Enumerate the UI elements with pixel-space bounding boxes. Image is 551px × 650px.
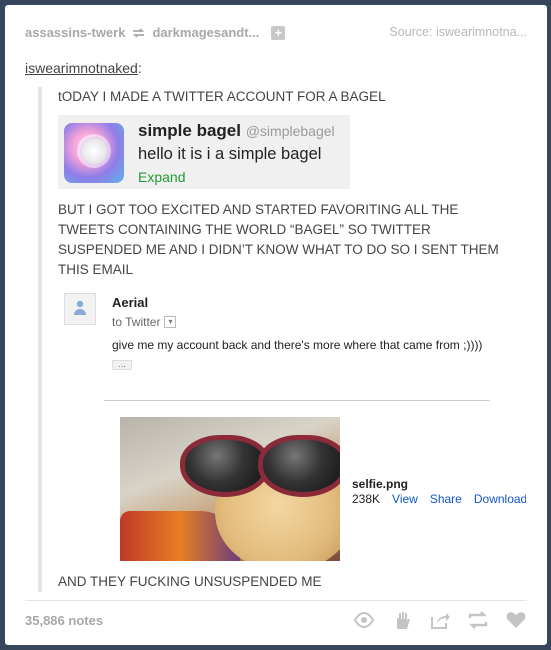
blog-link[interactable]: darkmagesandt... [152, 25, 259, 40]
reblogger: iswearimnotnaked: [25, 60, 142, 76]
source-label: Source: [389, 25, 433, 39]
hand-icon[interactable] [391, 609, 413, 631]
email-recipient: to Twitter ▾ [112, 315, 177, 329]
reblog-trail: assassins-twerk darkmagesandt... + [25, 25, 286, 40]
post-actions [353, 609, 527, 631]
post-card: assassins-twerk darkmagesandt... + Sourc… [5, 5, 547, 645]
email-divider [104, 400, 490, 401]
attachment-download-link[interactable]: Download [474, 492, 526, 506]
embedded-tweet[interactable]: simple bagel @simplebagel hello it is i … [58, 115, 350, 189]
post-text-line: BUT I GOT TOO EXCITED AND STARTED FAVORI… [58, 202, 459, 217]
eye-icon[interactable] [353, 609, 375, 631]
share-icon[interactable] [429, 609, 451, 631]
footer-divider [25, 600, 527, 601]
attachment-meta: 238K View Share Download [352, 492, 526, 506]
chevron-down-icon[interactable]: ▾ [164, 316, 177, 328]
post-text-line: SUSPENDED ME AND I DIDN’T KNOW WHAT TO D… [58, 242, 499, 257]
email-body: give me my account back and there's more… [112, 338, 483, 352]
tweet-avatar [64, 123, 124, 183]
post-text-line: TWEETS CONTAINING THE WORLD “BAGEL” SO T… [58, 222, 431, 237]
reblogger-colon: : [137, 60, 142, 76]
tweet-text: hello it is i a simple bagel [138, 145, 322, 163]
post-text-final: AND THEY FUCKING UNSUSPENDED ME [58, 574, 322, 589]
person-icon [74, 300, 86, 315]
reblogger-link[interactable]: iswearimnotnaked [25, 60, 138, 76]
email-screenshot: Aerial to Twitter ▾ give me my account b… [58, 287, 498, 377]
post-text-line: THIS EMAIL [58, 262, 134, 277]
heart-icon[interactable] [505, 609, 527, 631]
source-attribution: Source: iswearimnotna... [389, 25, 527, 39]
attachment-share-link[interactable]: Share [430, 492, 462, 506]
post-text-intro: tODAY I MADE A TWITTER ACCOUNT FOR A BAG… [58, 89, 386, 104]
follow-plus-icon[interactable]: + [271, 25, 286, 40]
source-link[interactable]: iswearimnotna... [436, 25, 527, 39]
reblog-icon [131, 27, 146, 39]
reblog-icon[interactable] [467, 609, 489, 631]
post-header: assassins-twerk darkmagesandt... + Sourc… [25, 25, 527, 47]
tweet-expand-link[interactable]: Expand [138, 169, 185, 185]
email-more-button[interactable]: ... [112, 360, 132, 370]
email-to-label: to Twitter [112, 315, 161, 329]
tweet-handle: @simplebagel [245, 123, 335, 139]
email-avatar [64, 293, 96, 325]
notes-count[interactable]: 35,886 notes [25, 613, 103, 628]
tweet-display-name: simple bagel [138, 121, 241, 140]
attachment-image[interactable] [120, 417, 340, 561]
attachment-view-link[interactable]: View [392, 492, 418, 506]
attachment-size: 238K [352, 492, 381, 506]
email-sender: Aerial [112, 295, 149, 310]
reblogged-from-link[interactable]: assassins-twerk [25, 25, 125, 40]
quoted-post: tODAY I MADE A TWITTER ACCOUNT FOR A BAG… [38, 87, 532, 592]
tweet-author: simple bagel @simplebagel [138, 121, 335, 141]
attachment-filename: selfie.png [352, 477, 409, 491]
